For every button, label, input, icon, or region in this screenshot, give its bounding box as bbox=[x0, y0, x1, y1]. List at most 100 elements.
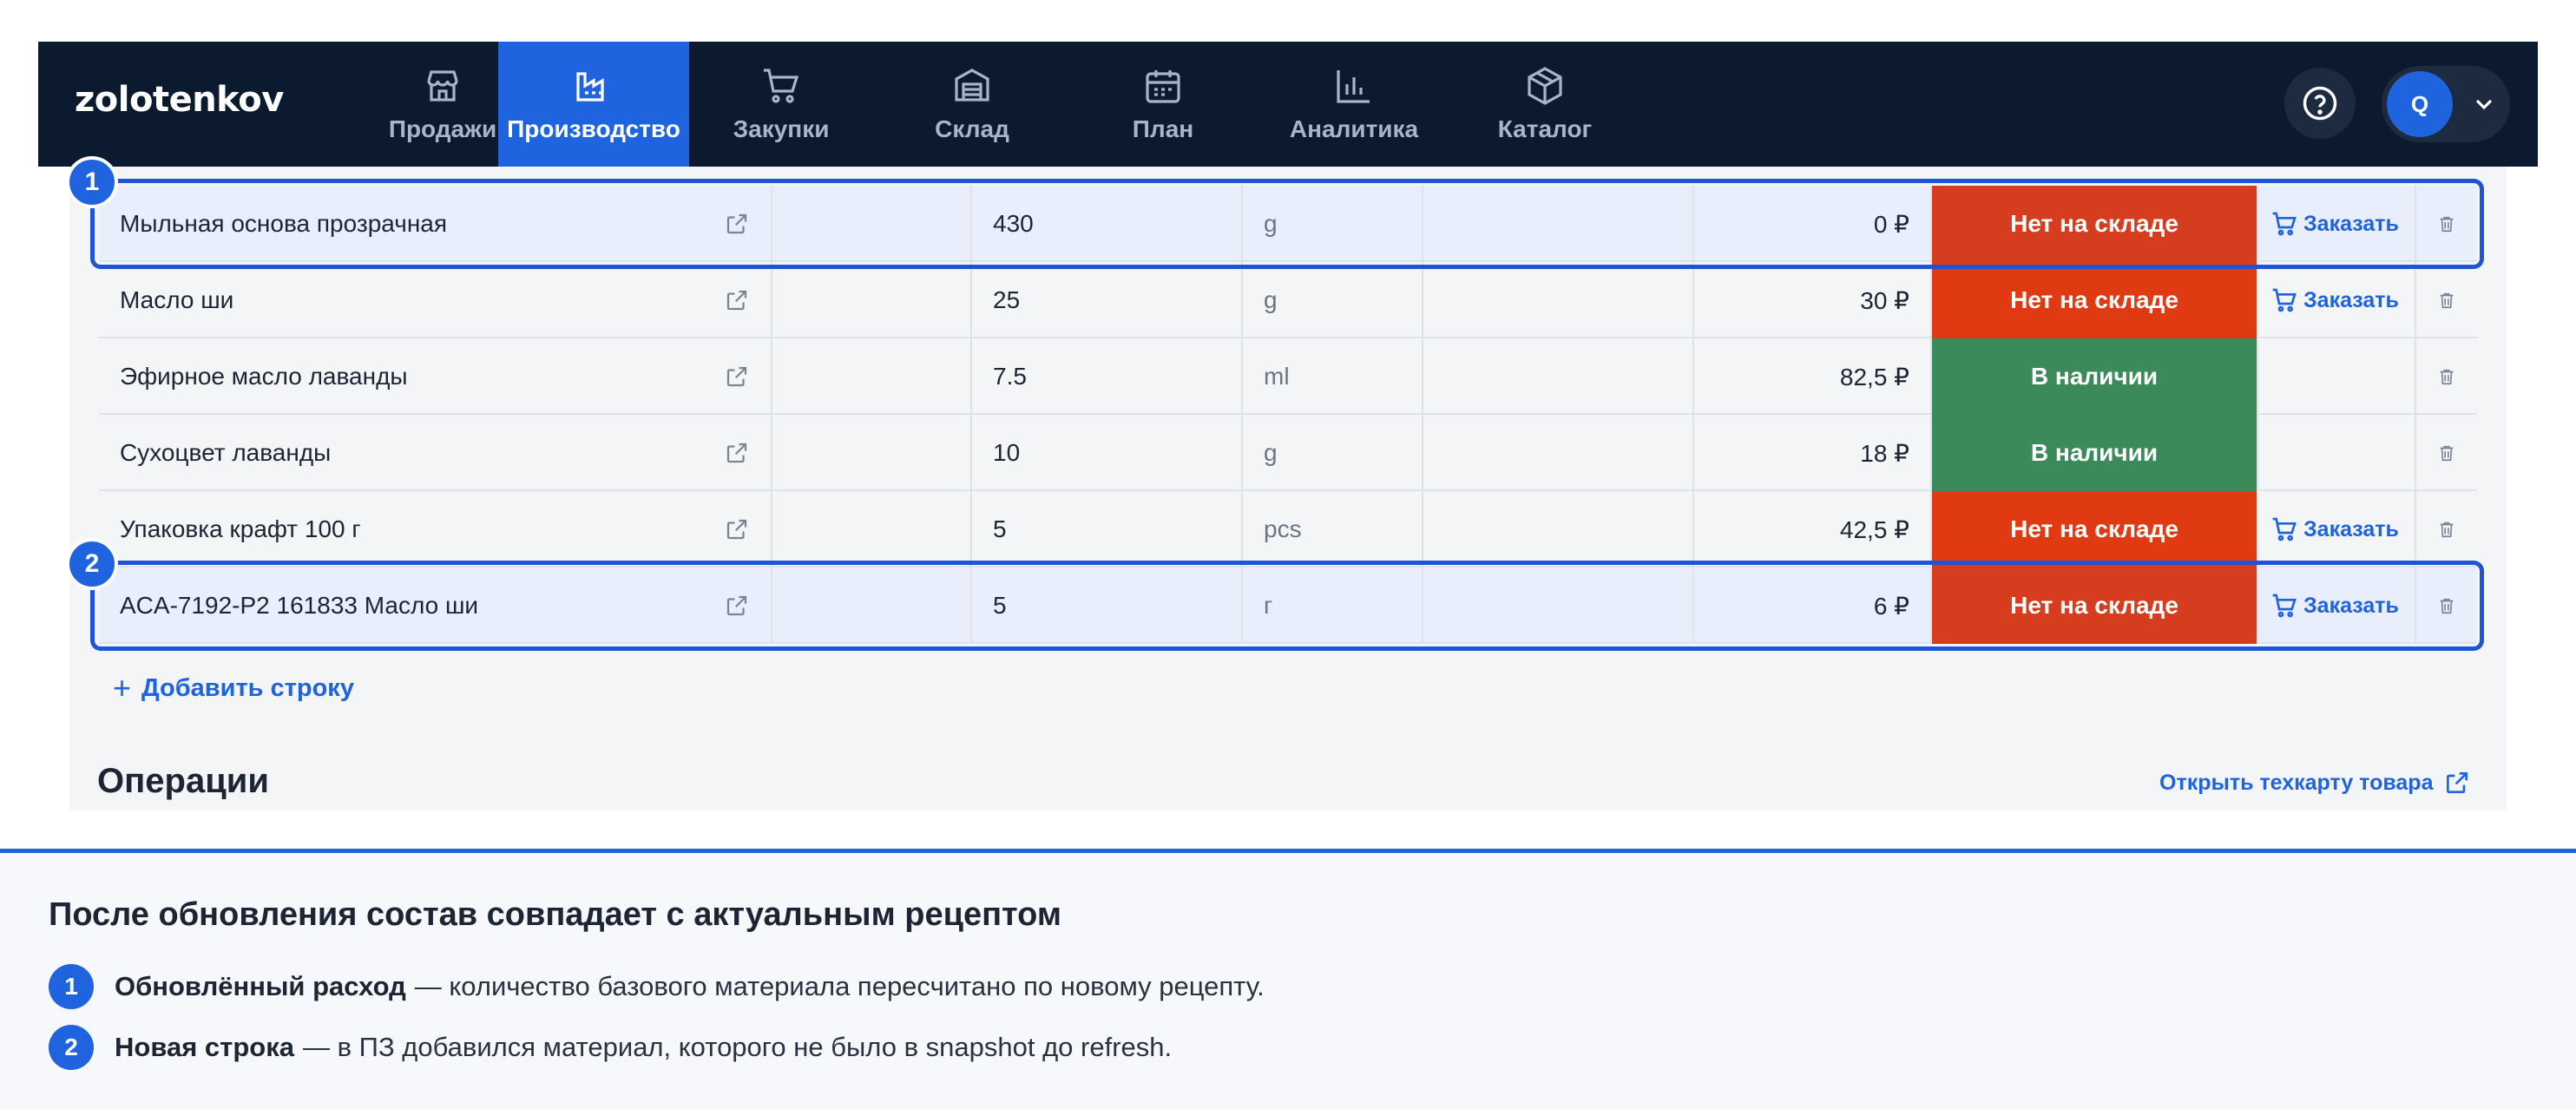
cell-quantity[interactable]: 25 bbox=[972, 262, 1243, 338]
material-name[interactable]: Сухоцвет лаванды bbox=[120, 439, 331, 467]
external-link-icon[interactable] bbox=[724, 516, 750, 542]
chevron-down-icon bbox=[2475, 99, 2493, 110]
order-label: Заказать bbox=[2303, 211, 2399, 236]
plus-icon: + bbox=[113, 670, 132, 705]
cart-icon bbox=[2272, 594, 2297, 618]
material-name[interactable]: ACA-7192-P2 161833 Масло ши bbox=[120, 592, 478, 620]
order-label: Заказать bbox=[2303, 287, 2399, 312]
order-button[interactable]: Заказать bbox=[2270, 210, 2399, 238]
table-row: Сухоцвет лаванды 10 g 18 ₽ В наличии bbox=[99, 415, 2477, 491]
cell-material-name: Мыльная основа прозрачная bbox=[99, 186, 772, 262]
cart-icon bbox=[2272, 212, 2297, 236]
nav-item-purchases[interactable]: Закупки bbox=[686, 42, 877, 167]
cell-quantity[interactable]: 5 bbox=[972, 491, 1243, 568]
status-label: В наличии bbox=[2030, 363, 2159, 390]
nav-item-warehouse[interactable]: Склад bbox=[877, 42, 1068, 167]
order-label: Заказать bbox=[2303, 516, 2399, 541]
order-button[interactable]: Заказать bbox=[2270, 515, 2399, 543]
app-logo[interactable]: zolotenkov bbox=[75, 80, 284, 120]
cell-unit: pcs bbox=[1243, 491, 1423, 568]
price-value: 82,5 ₽ bbox=[1839, 363, 1909, 390]
nav-item-label: Аналитика bbox=[1289, 115, 1419, 142]
external-link-icon[interactable] bbox=[724, 440, 750, 466]
help-icon bbox=[2303, 86, 2337, 121]
delete-button[interactable] bbox=[2416, 262, 2477, 338]
explanation-number: 2 bbox=[49, 1025, 94, 1070]
cell-empty bbox=[772, 568, 972, 644]
material-name[interactable]: Мыльная основа прозрачная bbox=[120, 210, 447, 238]
trash-icon bbox=[2440, 522, 2454, 538]
nav-item-plan[interactable]: План bbox=[1068, 42, 1258, 167]
cell-order: Заказать bbox=[2258, 186, 2416, 262]
delete-button[interactable] bbox=[2416, 568, 2477, 644]
material-name[interactable]: Эфирное масло лаванды bbox=[120, 363, 408, 390]
open-techcard-link[interactable]: Открыть техкарту товара bbox=[2159, 769, 2471, 797]
add-row-button[interactable]: + Добавить строку bbox=[113, 670, 354, 706]
explanation-item-1: 1 Обновлённый расход — количество базово… bbox=[49, 964, 1265, 1009]
price-value: 42,5 ₽ bbox=[1839, 515, 1909, 543]
external-link-icon[interactable] bbox=[724, 593, 750, 619]
cell-quantity[interactable]: 7.5 bbox=[972, 338, 1243, 415]
order-label: Заказать bbox=[2303, 593, 2399, 618]
nav-item-production[interactable]: Производство bbox=[498, 42, 689, 167]
cart-icon bbox=[2272, 288, 2297, 312]
nav-item-catalog[interactable]: Каталог bbox=[1449, 42, 1640, 167]
cart-icon bbox=[764, 69, 799, 103]
add-row-label: Добавить строку bbox=[141, 673, 354, 702]
status-badge: Нет на складе bbox=[1932, 262, 2258, 338]
cell-quantity[interactable]: 5 bbox=[972, 568, 1243, 644]
explanation-panel: После обновления состав совпадает с акту… bbox=[0, 849, 2576, 1109]
delete-button[interactable] bbox=[2416, 186, 2477, 262]
cell-unit: г bbox=[1243, 568, 1423, 644]
cell-price: 0 ₽ bbox=[1694, 186, 1932, 262]
external-link-icon[interactable] bbox=[724, 211, 750, 237]
cell-quantity[interactable]: 430 bbox=[972, 186, 1243, 262]
open-techcard-label: Открыть техкарту товара bbox=[2159, 770, 2434, 795]
operations-title: Операции bbox=[97, 762, 269, 800]
quantity-value: 10 bbox=[993, 439, 1021, 466]
table-row: ACA-7192-P2 161833 Масло ши 5 г 6 ₽ Нет на с… bbox=[99, 568, 2477, 644]
nav-item-label: Продажи bbox=[388, 115, 497, 142]
status-label: В наличии bbox=[2030, 439, 2159, 466]
top-navbar: zolotenkov Продажи Производство Закупки … bbox=[38, 42, 2538, 167]
cell-material-name: Сухоцвет лаванды bbox=[99, 415, 772, 491]
explanation-number: 1 bbox=[49, 964, 94, 1009]
external-link-icon[interactable] bbox=[724, 364, 750, 390]
cell-empty bbox=[772, 338, 972, 415]
cell-order bbox=[2258, 338, 2416, 415]
delete-button[interactable] bbox=[2416, 491, 2477, 568]
cell-price: 82,5 ₽ bbox=[1694, 338, 1932, 415]
delete-button[interactable] bbox=[2416, 415, 2477, 491]
status-badge: В наличии bbox=[1932, 338, 2258, 415]
order-button[interactable]: Заказать bbox=[2270, 286, 2399, 314]
user-menu[interactable]: Q bbox=[2382, 66, 2510, 142]
cell-price: 18 ₽ bbox=[1694, 415, 1932, 491]
store-icon bbox=[427, 70, 458, 102]
nav-item-analytics[interactable]: Аналитика bbox=[1258, 42, 1449, 167]
delete-button[interactable] bbox=[2416, 338, 2477, 415]
help-button[interactable] bbox=[2284, 68, 2356, 139]
cell-quantity[interactable]: 10 bbox=[972, 415, 1243, 491]
order-button[interactable]: Заказать bbox=[2270, 592, 2399, 620]
nav-item-label: План bbox=[1132, 115, 1194, 142]
unit-value: ml bbox=[1264, 363, 1290, 390]
trash-icon bbox=[2440, 598, 2454, 614]
cell-empty bbox=[1423, 491, 1694, 568]
cell-order: Заказать bbox=[2258, 568, 2416, 644]
explanation-text: — в ПЗ добавился материал, которого не б… bbox=[302, 1032, 1173, 1062]
status-badge: Нет на складе bbox=[1932, 491, 2258, 568]
material-name[interactable]: Масло ши bbox=[120, 286, 233, 314]
nav-item-label: Производство bbox=[507, 115, 680, 142]
status-badge: Нет на складе bbox=[1932, 186, 2258, 262]
external-link-icon[interactable] bbox=[724, 287, 750, 313]
status-label: Нет на складе bbox=[2010, 210, 2178, 237]
unit-value: g bbox=[1264, 210, 1278, 237]
cell-empty bbox=[1423, 568, 1694, 644]
table-row: Масло ши 25 g 30 ₽ Нет на складе Заказать bbox=[99, 262, 2477, 338]
material-name[interactable]: Упаковка крафт 100 г bbox=[120, 515, 361, 543]
cell-unit: g bbox=[1243, 415, 1423, 491]
status-label: Нет на складе bbox=[2010, 286, 2178, 313]
cell-price: 6 ₽ bbox=[1694, 568, 1932, 644]
cell-empty bbox=[1423, 338, 1694, 415]
unit-value: g bbox=[1264, 439, 1278, 466]
